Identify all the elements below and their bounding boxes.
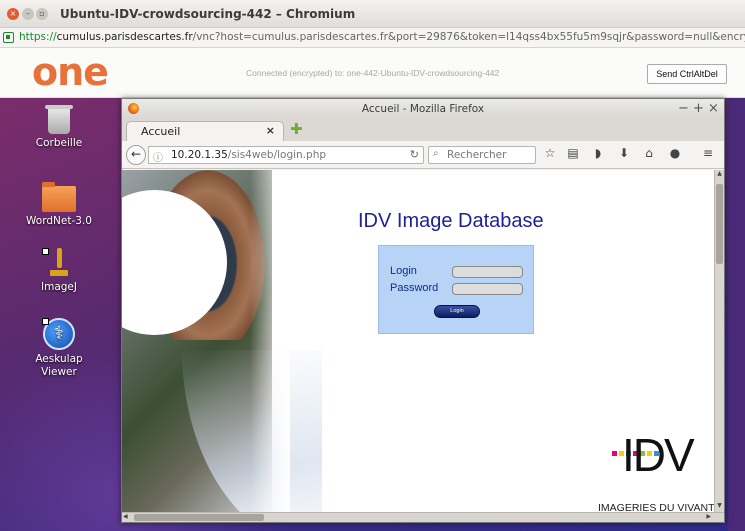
firefox-url-text[interactable]: 10.20.1.35/sis4web/login.php bbox=[171, 149, 326, 161]
scroll-right-icon[interactable]: ▶ bbox=[706, 513, 711, 520]
login-label: Login bbox=[390, 265, 417, 277]
desktop-icon-corbeille[interactable]: Corbeille bbox=[4, 105, 114, 150]
desktop-icon-label: Aeskulap Viewer bbox=[35, 353, 83, 378]
password-label: Password bbox=[390, 282, 439, 294]
decorative-fade bbox=[250, 170, 290, 512]
vertical-scrollbar[interactable]: ▲ ▼ bbox=[714, 170, 724, 512]
maximize-icon[interactable]: + bbox=[693, 101, 704, 116]
login-button[interactable]: Login bbox=[434, 305, 480, 318]
vnc-header: one Connected (encrypted) to: one-442-Ub… bbox=[0, 48, 745, 98]
search-icon: ⌕ bbox=[433, 148, 439, 159]
scroll-down-icon[interactable]: ▼ bbox=[715, 502, 724, 512]
desktop-icon-label: ImageJ bbox=[41, 281, 77, 293]
scroll-left-icon[interactable]: ◀ bbox=[123, 513, 128, 520]
new-tab-icon[interactable]: ✚ bbox=[290, 122, 303, 137]
lock-icon[interactable] bbox=[3, 32, 14, 43]
back-icon[interactable]: ← bbox=[126, 145, 146, 165]
tab-label: Accueil bbox=[141, 125, 181, 138]
idv-tagline: IMAGERIES DU VIVANT bbox=[598, 502, 714, 512]
desktop-icon-imagej[interactable]: ImageJ bbox=[4, 248, 114, 294]
url-host: cumulus.parisdescartes.fr bbox=[56, 31, 193, 43]
desktop-icon-wordnet[interactable]: WordNet-3.0 bbox=[4, 182, 114, 228]
url-scheme: https:// bbox=[19, 31, 57, 43]
horizontal-scrollbar[interactable]: ◀ ▶ bbox=[122, 512, 724, 522]
chromium-titlebar: × – ▫ Ubuntu-IDV-crowdsourcing-442 – Chr… bbox=[0, 0, 745, 28]
window-close-button[interactable]: × bbox=[7, 8, 19, 20]
window-title: Ubuntu-IDV-crowdsourcing-442 – Chromium bbox=[60, 7, 356, 21]
firefox-window[interactable]: Accueil - Mozilla Firefox − + × Accueil … bbox=[121, 98, 725, 523]
firefox-window-title: Accueil - Mozilla Firefox bbox=[361, 103, 485, 115]
desktop-icon-label: Corbeille bbox=[35, 137, 83, 149]
microscope-icon bbox=[49, 248, 69, 278]
minimize-icon[interactable]: − bbox=[678, 101, 689, 116]
tab-close-icon[interactable]: × bbox=[266, 124, 275, 137]
desktop-edge bbox=[728, 98, 745, 531]
firefox-nav-bar: ← ⓘ 10.20.1.35/sis4web/login.php ↻ ⌕ Rec… bbox=[122, 141, 724, 169]
firefox-tab-bar: Accueil × ✚ bbox=[122, 119, 724, 141]
scroll-up-icon[interactable]: ▲ bbox=[715, 170, 724, 180]
shortcut-badge-icon bbox=[42, 248, 49, 255]
firefox-titlebar[interactable]: Accueil - Mozilla Firefox − + × bbox=[122, 99, 724, 119]
close-icon[interactable]: × bbox=[708, 101, 719, 116]
url-text[interactable]: https://cumulus.parisdescartes.fr/vnc?ho… bbox=[19, 31, 745, 43]
menu-icon[interactable]: ≡ bbox=[700, 146, 716, 160]
firefox-url-field[interactable]: ⓘ 10.20.1.35/sis4web/login.php ↻ bbox=[148, 146, 424, 164]
logo-color-square bbox=[612, 451, 617, 456]
page-content: IDV Image Database Login Password Login … bbox=[122, 170, 714, 512]
one-logo: one bbox=[32, 50, 109, 94]
trash-icon bbox=[45, 105, 73, 134]
connection-status: Connected (encrypted) to: one-442-Ubuntu… bbox=[246, 68, 500, 78]
tab-accueil[interactable]: Accueil × bbox=[126, 121, 284, 141]
url-query: /vnc?host=cumulus.parisdescartes.fr&port… bbox=[192, 31, 745, 43]
desktop-icon-aeskulap[interactable]: ⚕ Aeskulap Viewer bbox=[4, 318, 114, 379]
chat-icon[interactable]: ● bbox=[667, 146, 683, 160]
login-input[interactable] bbox=[452, 266, 523, 278]
login-form: Login Password Login bbox=[378, 245, 534, 334]
firefox-url-host: 10.20.1.35 bbox=[171, 149, 228, 161]
home-icon[interactable]: ⌂ bbox=[641, 146, 657, 160]
horizontal-scroll-thumb[interactable] bbox=[134, 514, 264, 521]
pocket-icon[interactable]: ◗ bbox=[590, 146, 606, 160]
send-ctrl-alt-del-button[interactable]: Send CtrlAltDel bbox=[647, 64, 727, 84]
desktop-icon-label: WordNet-3.0 bbox=[26, 215, 92, 227]
reload-icon[interactable]: ↻ bbox=[410, 148, 419, 161]
firefox-search-field[interactable]: ⌕ Rechercher bbox=[428, 146, 536, 164]
firefox-url-path: /sis4web/login.php bbox=[227, 149, 327, 161]
reading-list-icon[interactable]: ▤ bbox=[565, 146, 581, 160]
idv-logo: IDV bbox=[622, 429, 695, 481]
window-minimize-button[interactable]: – bbox=[22, 8, 34, 20]
password-input[interactable] bbox=[452, 283, 523, 295]
page-title: IDV Image Database bbox=[358, 210, 544, 232]
search-placeholder: Rechercher bbox=[447, 149, 507, 161]
bookmark-star-icon[interactable]: ☆ bbox=[542, 146, 558, 160]
site-info-icon[interactable]: ⓘ bbox=[153, 149, 163, 164]
download-icon[interactable]: ⬇ bbox=[616, 146, 632, 160]
shortcut-badge-icon bbox=[42, 318, 49, 325]
folder-icon bbox=[42, 182, 76, 212]
vertical-scroll-thumb[interactable] bbox=[716, 184, 723, 264]
window-maximize-button[interactable]: ▫ bbox=[36, 8, 48, 20]
chromium-url-bar[interactable]: https://cumulus.parisdescartes.fr/vnc?ho… bbox=[0, 28, 745, 48]
